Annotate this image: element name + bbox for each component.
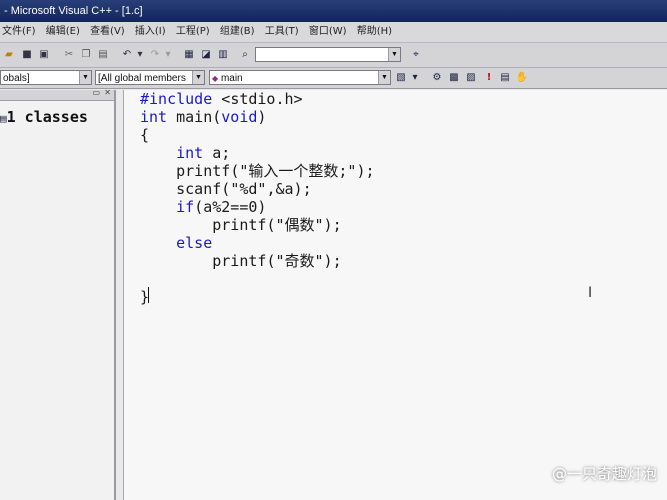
window-title: - Microsoft Visual C++ - [1.c] xyxy=(4,5,143,17)
paste-icon[interactable]: ▤ xyxy=(96,48,110,61)
class-scope-combo[interactable]: obals] ▼ xyxy=(0,70,92,85)
find-in-files-icon[interactable]: ⌕ xyxy=(238,48,252,61)
code-line[interactable]: printf("偶数"); xyxy=(140,216,341,234)
execute-icon[interactable]: ! xyxy=(482,71,496,84)
pane-header: ▭ ✕ xyxy=(0,88,114,101)
title-bar: - Microsoft Visual C++ - [1.c] xyxy=(0,0,667,22)
code-line[interactable]: printf("输入一个整数;"); xyxy=(140,162,374,180)
workspace-pane: ▭ ✕ ▤1 classes xyxy=(0,88,116,500)
copy-icon[interactable]: ❐ xyxy=(79,48,93,61)
redo-dropdown-icon[interactable]: ▾ xyxy=(161,48,175,61)
code-line[interactable]: { xyxy=(140,126,149,144)
window-list-icon[interactable]: ▥ xyxy=(216,48,230,61)
output-icon[interactable]: ◪ xyxy=(199,48,213,61)
menu-tools[interactable]: 工具(T) xyxy=(263,22,304,42)
find-combo[interactable]: ▼ xyxy=(255,47,401,62)
members-combo[interactable]: [All global members ▼ xyxy=(95,70,205,85)
members-value: [All global members xyxy=(98,73,186,84)
cut-icon[interactable]: ✂ xyxy=(62,48,76,61)
menu-file[interactable]: 文件(F) xyxy=(0,22,41,42)
code-editor[interactable]: #include <stdio.h> int main(void){ int a;… xyxy=(123,90,667,500)
class-scope-value: obals] xyxy=(3,73,30,84)
binoculars-icon[interactable]: ⌖ xyxy=(409,48,423,61)
code-line[interactable]: int main(void) xyxy=(140,108,266,126)
menu-bar: 文件(F) 编辑(E) 查看(V) 插入(I) 工程(P) 组建(B) 工具(T… xyxy=(0,22,667,43)
code-line[interactable]: scanf("%d",&a); xyxy=(140,180,311,198)
class-view-icon: ▤ xyxy=(0,112,7,125)
compile-icon[interactable]: ⚙ xyxy=(430,71,444,84)
wizard-bar: obals] ▼ [All global members ▼ ◆ main ▼ … xyxy=(0,68,667,89)
menu-project[interactable]: 工程(P) xyxy=(174,22,215,42)
build-icon[interactable]: ▩ xyxy=(447,71,461,84)
menu-build[interactable]: 组建(B) xyxy=(218,22,260,42)
watermark: @一只奇趣灯泡 xyxy=(551,465,657,483)
code-line[interactable]: else xyxy=(140,234,212,252)
save-icon[interactable]: ■ xyxy=(20,48,34,61)
standard-toolbar: ▰ ■ ▣ ✂ ❐ ▤ ↶ ▾ ↷ ▾ ▦ ◪ ▥ ⌕ ▼ ⌖ xyxy=(0,43,667,68)
build-all-icon[interactable]: ▨ xyxy=(464,71,478,84)
chevron-down-icon[interactable]: ▼ xyxy=(79,71,91,84)
save-all-icon[interactable]: ▣ xyxy=(37,48,51,61)
menu-edit[interactable]: 编辑(E) xyxy=(44,22,85,42)
wizard-dropdown-icon[interactable]: ▾ xyxy=(408,71,422,84)
chevron-down-icon[interactable]: ▼ xyxy=(378,71,390,84)
menu-view[interactable]: 查看(V) xyxy=(88,22,130,42)
undo-dropdown-icon[interactable]: ▾ xyxy=(133,48,147,61)
ibeam-cursor-icon: I xyxy=(588,285,593,301)
undo-icon[interactable]: ↶ xyxy=(120,48,134,61)
code-line[interactable]: if(a%2==0) xyxy=(140,198,266,216)
workspace-icon[interactable]: ▦ xyxy=(182,48,196,61)
breakpoint-list-icon[interactable]: ▤ xyxy=(498,71,512,84)
hand-icon[interactable]: ✋ xyxy=(515,71,529,84)
classes-tree-root[interactable]: ▤1 classes xyxy=(0,108,88,126)
text-caret xyxy=(148,287,149,303)
chevron-down-icon[interactable]: ▼ xyxy=(388,48,400,61)
menu-help[interactable]: 帮助(H) xyxy=(355,22,397,42)
code-line[interactable]: #include <stdio.h> xyxy=(140,90,303,108)
function-value: main xyxy=(220,73,243,84)
function-combo[interactable]: ◆ main ▼ xyxy=(209,70,391,85)
code-line[interactable]: printf("奇数"); xyxy=(140,252,341,270)
minimize-icon[interactable]: ▭ xyxy=(92,88,100,97)
wizard-actions-icon[interactable]: ▧ xyxy=(394,71,408,84)
classes-label: 1 classes xyxy=(6,108,88,126)
code-line[interactable]: int a; xyxy=(140,144,230,162)
redo-icon[interactable]: ↷ xyxy=(148,48,162,61)
open-folder-icon[interactable]: ▰ xyxy=(2,48,16,61)
menu-insert[interactable]: 插入(I) xyxy=(133,22,171,42)
menu-window[interactable]: 窗口(W) xyxy=(307,22,352,42)
close-icon[interactable]: ✕ xyxy=(104,88,111,97)
method-icon: ◆ xyxy=(212,74,219,83)
chevron-down-icon[interactable]: ▼ xyxy=(192,71,204,84)
